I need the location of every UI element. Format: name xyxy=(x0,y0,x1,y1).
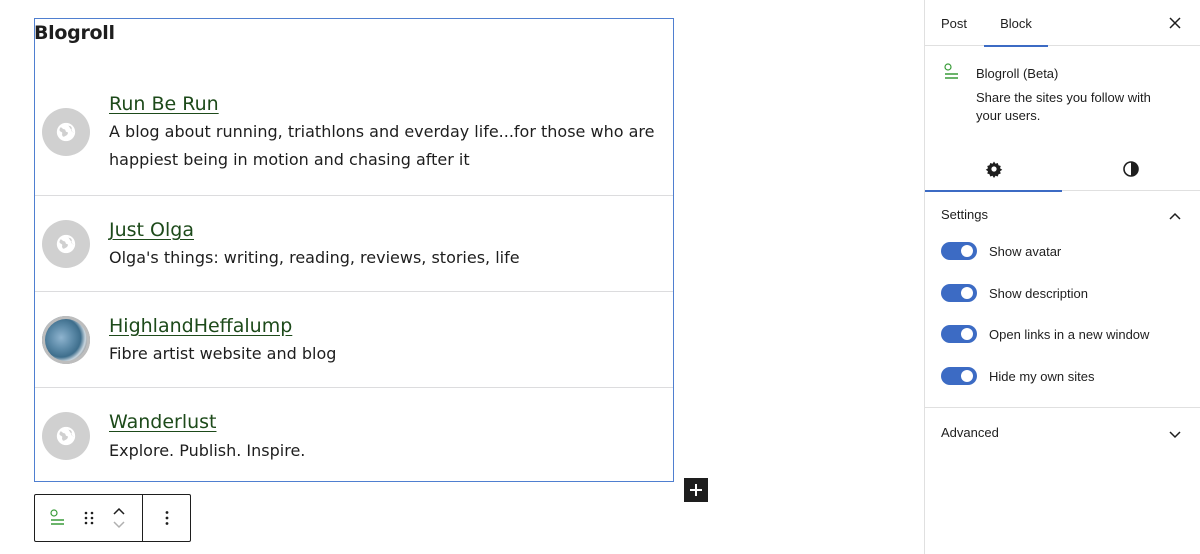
toggle-label: Open links in a new window xyxy=(989,326,1150,342)
toggle-switch[interactable] xyxy=(941,242,977,260)
site-description: A blog about running, triathlons and eve… xyxy=(109,122,655,169)
site-row: Run Be Run A blog about running, triathl… xyxy=(35,19,673,195)
site-link[interactable]: HighlandHeffalump xyxy=(109,315,292,337)
block-card-description: Share the sites you follow with your use… xyxy=(976,90,1151,123)
inspector-tabs xyxy=(925,146,1200,192)
globe-icon xyxy=(42,220,90,268)
block-type-button[interactable] xyxy=(35,495,81,541)
toggle-switch[interactable] xyxy=(941,367,977,385)
contrast-icon xyxy=(1122,160,1139,177)
toggle-open-new-window[interactable]: Open links in a new window xyxy=(941,324,1149,344)
site-link[interactable]: Just Olga xyxy=(109,219,194,241)
options-button[interactable] xyxy=(144,495,190,541)
sidebar-tabs: Post Block xyxy=(925,0,1200,47)
toolbar-group-main xyxy=(35,495,143,541)
close-button[interactable] xyxy=(1166,14,1184,32)
blogroll-icon xyxy=(943,63,961,86)
site-description: Olga's things: writing, reading, reviews… xyxy=(109,248,520,267)
site-row: Just Olga Olga's things: writing, readin… xyxy=(35,195,673,291)
toggle-label: Hide my own sites xyxy=(989,368,1095,384)
more-vertical-icon xyxy=(165,511,168,525)
add-block-button[interactable] xyxy=(684,478,708,502)
site-photo xyxy=(42,316,90,364)
toolbar-group-options xyxy=(143,495,190,541)
block-toolbar xyxy=(34,494,191,542)
site-link[interactable]: Wanderlust xyxy=(109,411,217,433)
chevron-up-icon[interactable] xyxy=(112,506,126,516)
toggle-switch[interactable] xyxy=(941,325,977,343)
advanced-panel-toggle[interactable]: Advanced xyxy=(941,425,999,440)
close-icon xyxy=(1169,17,1181,29)
editor-canvas: Blogroll Run Be Run A blog about running… xyxy=(0,0,924,554)
drag-handle-icon xyxy=(84,511,93,525)
tab-block[interactable]: Block xyxy=(984,0,1048,47)
drag-handle-button[interactable] xyxy=(81,495,97,541)
site-description: Explore. Publish. Inspire. xyxy=(109,441,306,460)
tab-settings[interactable] xyxy=(925,146,1062,192)
chevron-up-icon[interactable] xyxy=(1168,208,1182,226)
chevron-down-icon[interactable] xyxy=(1168,427,1182,445)
gear-icon xyxy=(985,161,1002,178)
toggle-show-avatar[interactable]: Show avatar xyxy=(941,241,1061,261)
chevron-down-icon[interactable] xyxy=(112,520,126,530)
advanced-panel[interactable]: Advanced xyxy=(925,408,1200,456)
globe-icon xyxy=(42,108,90,156)
toggle-label: Show avatar xyxy=(989,243,1062,259)
toggle-switch[interactable] xyxy=(941,284,977,302)
site-link[interactable]: Run Be Run xyxy=(109,93,219,115)
settings-sidebar: Post Block Blogroll (Beta) Share the sit… xyxy=(924,0,1200,554)
site-description: Fibre artist website and blog xyxy=(109,344,337,363)
blogroll-icon xyxy=(50,509,64,525)
settings-panel-toggle[interactable]: Settings xyxy=(941,207,988,222)
toggle-show-description[interactable]: Show description xyxy=(941,283,1088,303)
blogroll-block[interactable]: Blogroll Run Be Run A blog about running… xyxy=(34,18,708,502)
toggle-label: Show description xyxy=(989,285,1088,301)
toggle-hide-own-sites[interactable]: Hide my own sites xyxy=(941,366,1094,386)
site-row: HighlandHeffalump Fibre artist website a… xyxy=(35,291,673,387)
site-row: Wanderlust Explore. Publish. Inspire. xyxy=(35,387,673,481)
globe-icon xyxy=(42,412,90,460)
tab-post[interactable]: Post xyxy=(941,0,967,46)
settings-panel: Settings Show avatar Show description Op… xyxy=(925,191,1200,408)
block-card-title: Blogroll (Beta) xyxy=(976,66,1059,81)
plus-icon xyxy=(690,484,702,496)
tab-styles[interactable] xyxy=(1062,146,1199,191)
move-buttons[interactable] xyxy=(96,495,142,541)
